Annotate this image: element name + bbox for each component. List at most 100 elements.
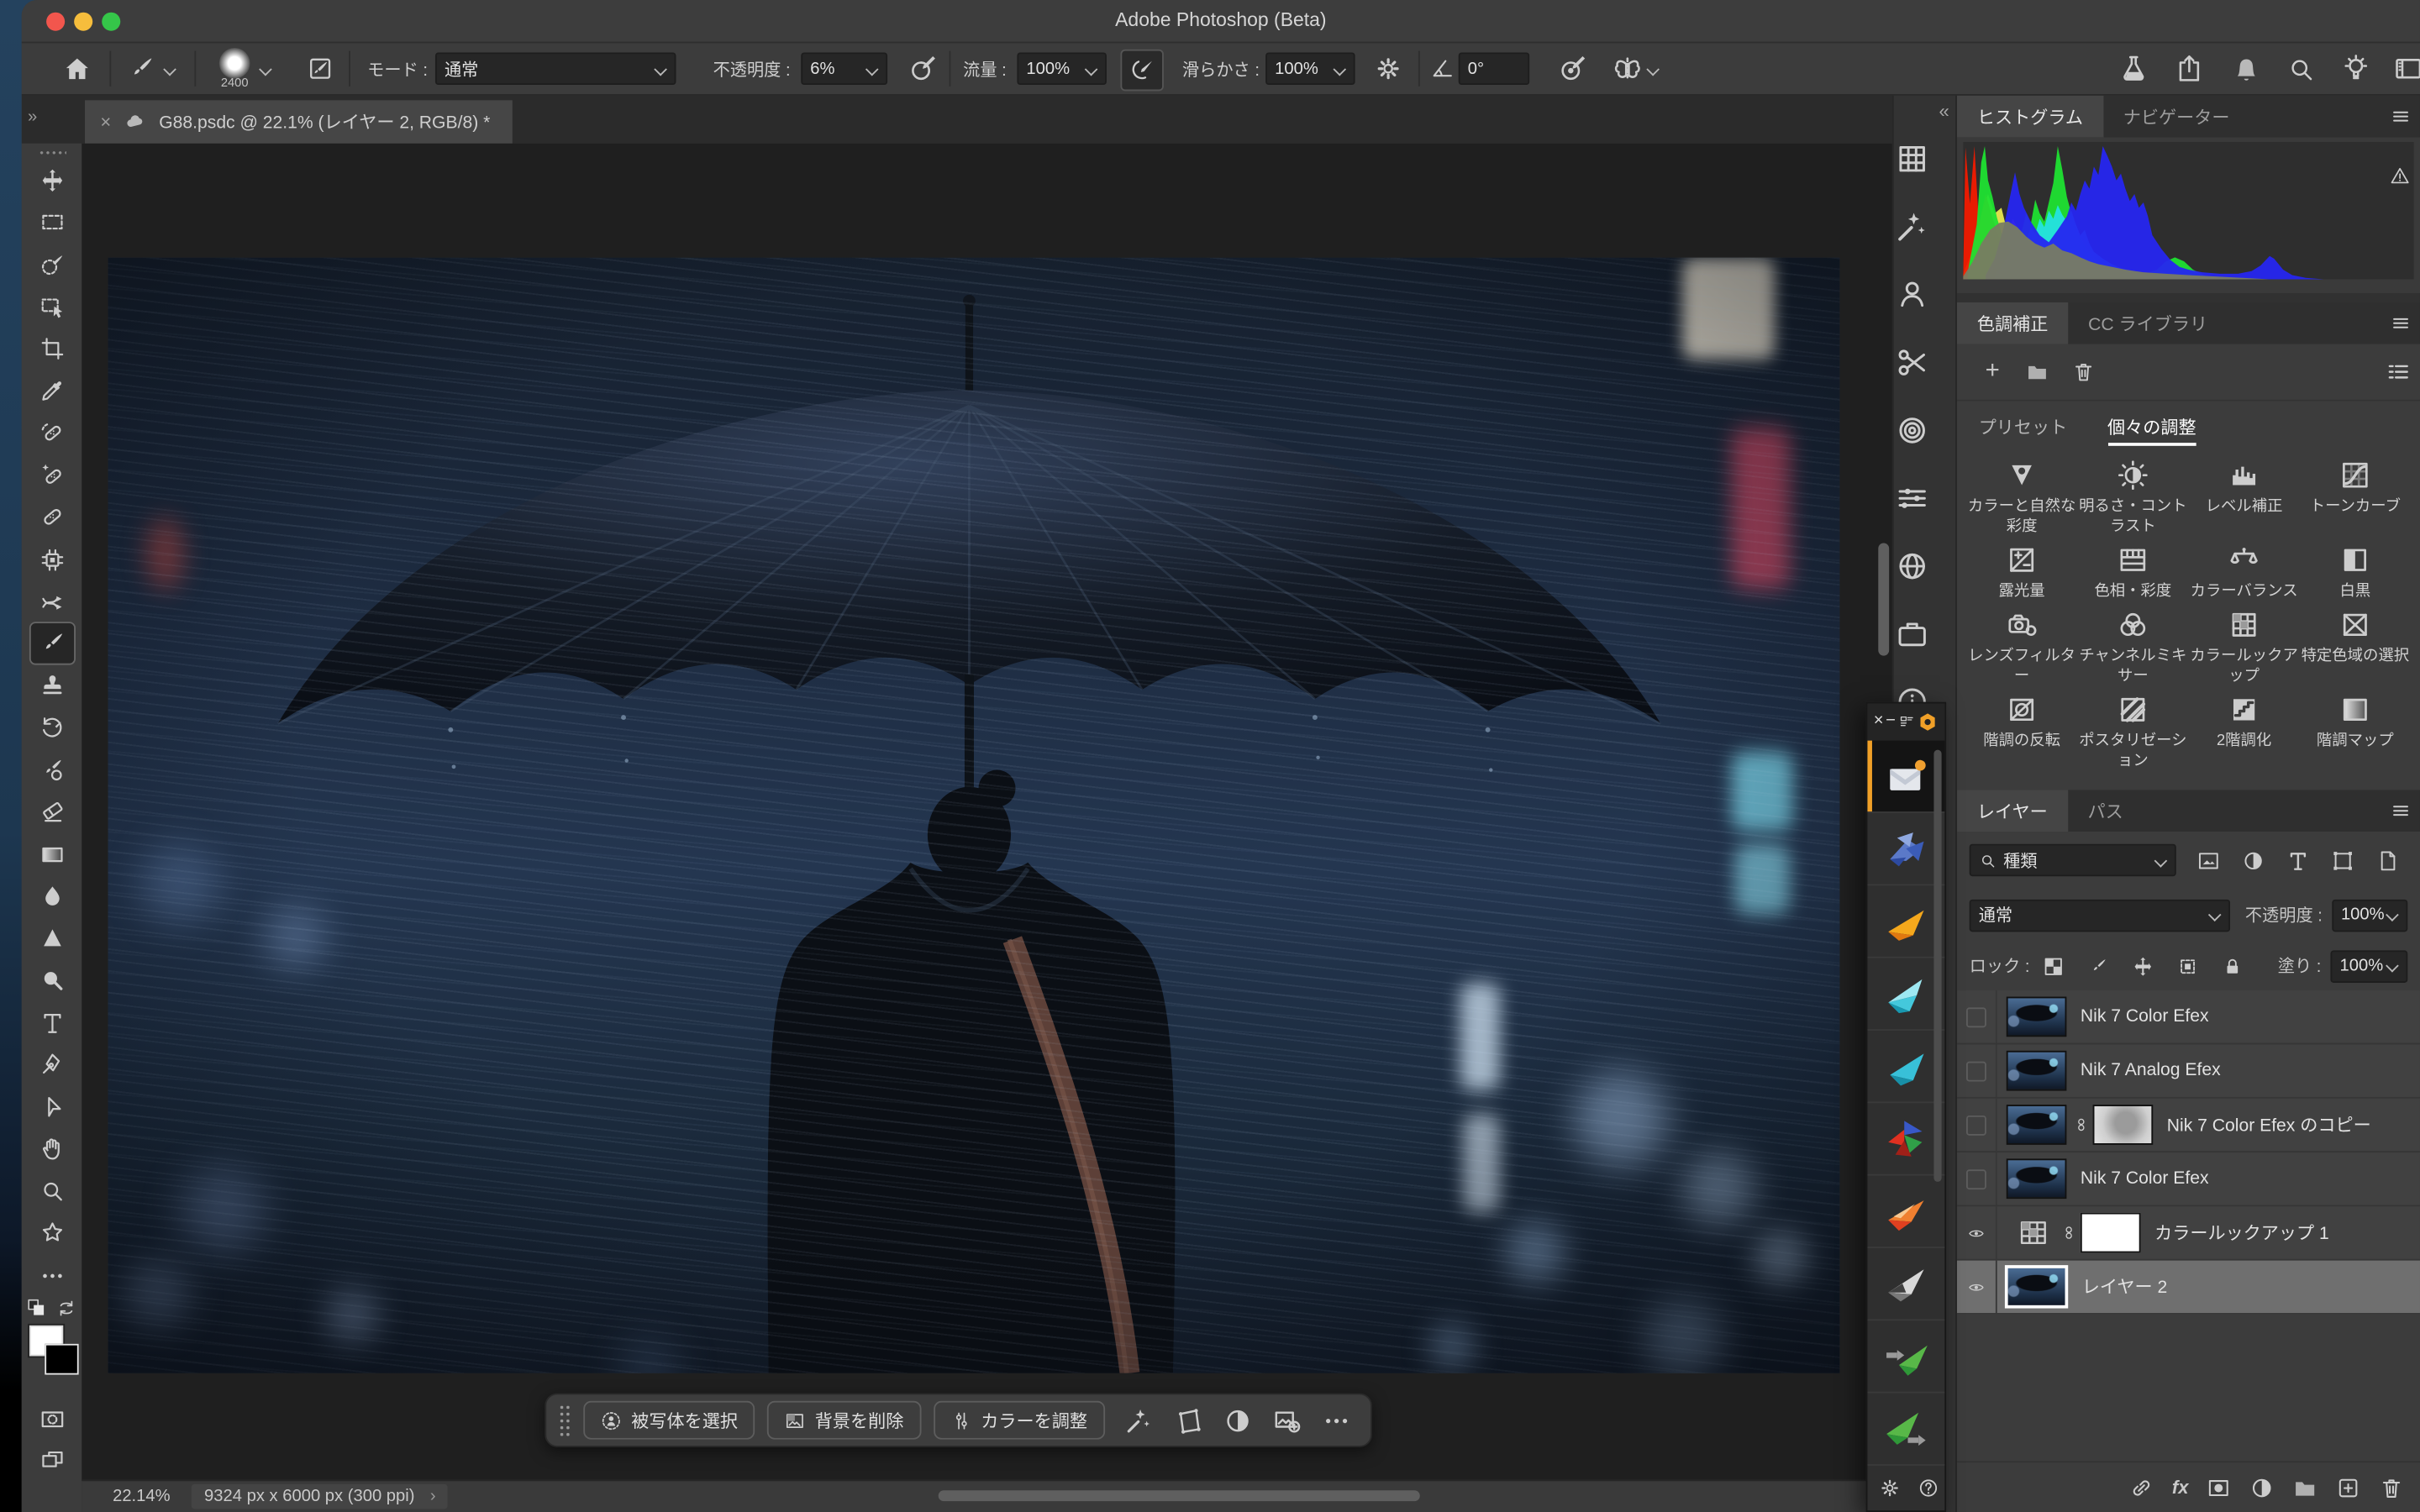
tab-adjustments[interactable]: 色調補正 bbox=[1957, 302, 2068, 344]
subtab-individual[interactable]: 個々の調整 bbox=[2107, 402, 2196, 453]
layer-thumbnail[interactable] bbox=[2007, 997, 2067, 1037]
eraser-tool[interactable] bbox=[30, 792, 73, 832]
nik-scrollbar[interactable] bbox=[1933, 749, 1941, 1181]
pressure-opacity-button[interactable] bbox=[908, 43, 940, 94]
type-tool[interactable] bbox=[30, 1003, 73, 1043]
lock-transparency-icon[interactable] bbox=[2042, 954, 2065, 978]
brush-angle-input[interactable]: 0° bbox=[1459, 52, 1529, 85]
symmetry-button[interactable] bbox=[1612, 43, 1660, 94]
folder-icon[interactable] bbox=[2025, 360, 2049, 384]
more-icon[interactable] bbox=[1320, 1404, 1351, 1436]
add-adjustment-icon[interactable]: + bbox=[1981, 361, 2003, 383]
smoothing-options-button[interactable] bbox=[1374, 43, 1403, 94]
visibility-toggle[interactable] bbox=[1957, 1044, 1997, 1096]
help-icon[interactable] bbox=[1917, 1476, 1940, 1499]
lock-artboard-icon[interactable] bbox=[2176, 954, 2200, 978]
nik-sharpener-output-item[interactable] bbox=[1867, 1393, 1944, 1465]
selection-brush-tool[interactable] bbox=[30, 244, 73, 285]
zoom-level[interactable]: 22.14% bbox=[113, 1488, 171, 1506]
new-adjustment-layer-icon[interactable] bbox=[2249, 1474, 2275, 1500]
adjustment-bri[interactable]: 明るさ・コントラスト bbox=[2077, 459, 2188, 538]
tab-histogram[interactable]: ヒストグラム bbox=[1957, 96, 2103, 138]
layer-filter-select[interactable]: 種類 bbox=[1970, 844, 2176, 877]
quick-mask-button[interactable] bbox=[30, 1399, 73, 1440]
tab-paths[interactable]: パス bbox=[2068, 790, 2144, 832]
scissors-panel-icon[interactable] bbox=[1894, 344, 1931, 381]
task-button[interactable]: 背景を削除 bbox=[767, 1401, 921, 1440]
generative-fill-tool[interactable] bbox=[30, 539, 73, 580]
panel-menu-icon[interactable] bbox=[2391, 801, 2411, 821]
toggle-brush-settings-button[interactable] bbox=[306, 43, 335, 94]
panel-grid-icon[interactable] bbox=[1894, 140, 1931, 177]
swap-colors-icon[interactable] bbox=[55, 1298, 76, 1320]
path-selection-tool[interactable] bbox=[30, 1087, 73, 1127]
adjustment-selc[interactable]: 特定色域の選択 bbox=[2300, 608, 2411, 687]
layer-blend-mode-select[interactable]: 通常 bbox=[1970, 899, 2230, 932]
crop-tool[interactable] bbox=[30, 329, 73, 370]
canvas-image[interactable] bbox=[108, 258, 1840, 1373]
layer-fill-select[interactable]: 100% bbox=[2330, 950, 2407, 983]
visibility-toggle[interactable] bbox=[1957, 1206, 1997, 1258]
layer-row[interactable]: Nik 7 Color Efex bbox=[1957, 990, 2420, 1044]
pressure-size-button[interactable] bbox=[1557, 43, 1590, 94]
nik-silver-efex-item[interactable] bbox=[1867, 1247, 1944, 1320]
object-selection-tool[interactable] bbox=[30, 286, 73, 327]
panel-options-icon[interactable] bbox=[1897, 713, 1914, 730]
layer-thumbnail[interactable] bbox=[2005, 1265, 2068, 1308]
new-group-icon[interactable] bbox=[2292, 1474, 2318, 1500]
adjustment-gmap[interactable]: 階調マップ bbox=[2300, 693, 2411, 772]
adjustment-lut[interactable]: カラールックアップ bbox=[2188, 608, 2299, 687]
eyedropper-tool[interactable] bbox=[30, 371, 73, 412]
zoom-tool[interactable] bbox=[30, 1171, 73, 1211]
adjustment-icon[interactable] bbox=[1222, 1404, 1253, 1436]
lock-pixels-icon[interactable] bbox=[2086, 954, 2110, 978]
adjustment-cur[interactable]: トーンカーブ bbox=[2300, 459, 2411, 538]
panel-menu-icon[interactable] bbox=[2391, 313, 2411, 333]
history-brush-tool[interactable] bbox=[30, 708, 73, 748]
adjustment-mix[interactable]: チャンネルミキサー bbox=[2077, 608, 2188, 687]
subtab-presets[interactable]: プリセット bbox=[1979, 402, 2068, 453]
sharpen-tool[interactable] bbox=[30, 918, 73, 958]
discover-button[interactable] bbox=[2339, 43, 2372, 94]
brush-tool[interactable] bbox=[30, 624, 73, 664]
minimize-icon[interactable]: − bbox=[1886, 713, 1896, 730]
lock-all-icon[interactable] bbox=[2221, 954, 2244, 978]
blur-tool[interactable] bbox=[30, 876, 73, 916]
remove-tool[interactable] bbox=[30, 455, 73, 496]
collapse-panels-chevrons[interactable]: « bbox=[1894, 96, 1955, 125]
layer-opacity-select[interactable]: 100% bbox=[2332, 899, 2407, 932]
vertical-scrollbar[interactable] bbox=[1878, 543, 1889, 656]
move-tool[interactable] bbox=[30, 160, 73, 201]
task-button[interactable]: 被写体を選択 bbox=[583, 1401, 755, 1440]
task-button[interactable]: カラーを調整 bbox=[933, 1401, 1104, 1440]
filter-image-icon[interactable] bbox=[2196, 848, 2221, 872]
lock-position-icon[interactable] bbox=[2132, 954, 2155, 978]
magic-wand-panel-icon[interactable] bbox=[1894, 208, 1931, 245]
mixer-brush-tool[interactable] bbox=[30, 750, 73, 790]
crossed-arrows-tool[interactable] bbox=[30, 581, 73, 622]
close-tab-icon[interactable]: × bbox=[100, 111, 111, 133]
airbrush-toggle[interactable] bbox=[1120, 50, 1163, 92]
close-icon[interactable]: × bbox=[1874, 713, 1884, 730]
beta-features-button[interactable] bbox=[2118, 43, 2150, 94]
transform-icon[interactable] bbox=[1172, 1404, 1203, 1436]
document-tab[interactable]: × G88.psdc @ 22.1% (レイヤー 2, RGB/8) * bbox=[85, 100, 512, 143]
rings-panel-icon[interactable] bbox=[1894, 412, 1931, 449]
visibility-toggle[interactable] bbox=[1957, 1152, 1997, 1205]
edit-toolbar-tool[interactable] bbox=[30, 1256, 73, 1296]
sparkle-wand-icon[interactable] bbox=[1123, 1404, 1154, 1436]
flow-select[interactable]: 100% bbox=[1017, 52, 1107, 85]
share-button[interactable] bbox=[2173, 43, 2206, 94]
nik-viveza-item[interactable] bbox=[1867, 1175, 1944, 1247]
healing-brush-tool[interactable] bbox=[30, 497, 73, 538]
layer-thumbnail[interactable] bbox=[2007, 1158, 2067, 1199]
smoothing-select[interactable]: 100% bbox=[1265, 52, 1355, 85]
adjustment-thr[interactable]: 2階調化 bbox=[2188, 693, 2299, 772]
home-button[interactable] bbox=[61, 43, 92, 94]
layer-mask-thumbnail[interactable] bbox=[2093, 1105, 2154, 1145]
adjustment-lens[interactable]: レンズフィルター bbox=[1966, 608, 2077, 687]
sphere-panel-icon[interactable] bbox=[1894, 548, 1931, 585]
toolbar-collapse-chevrons[interactable]: » bbox=[28, 108, 37, 127]
nik-sharpener-raw-item[interactable] bbox=[1867, 1320, 1944, 1392]
visibility-toggle[interactable] bbox=[1957, 1261, 1997, 1313]
